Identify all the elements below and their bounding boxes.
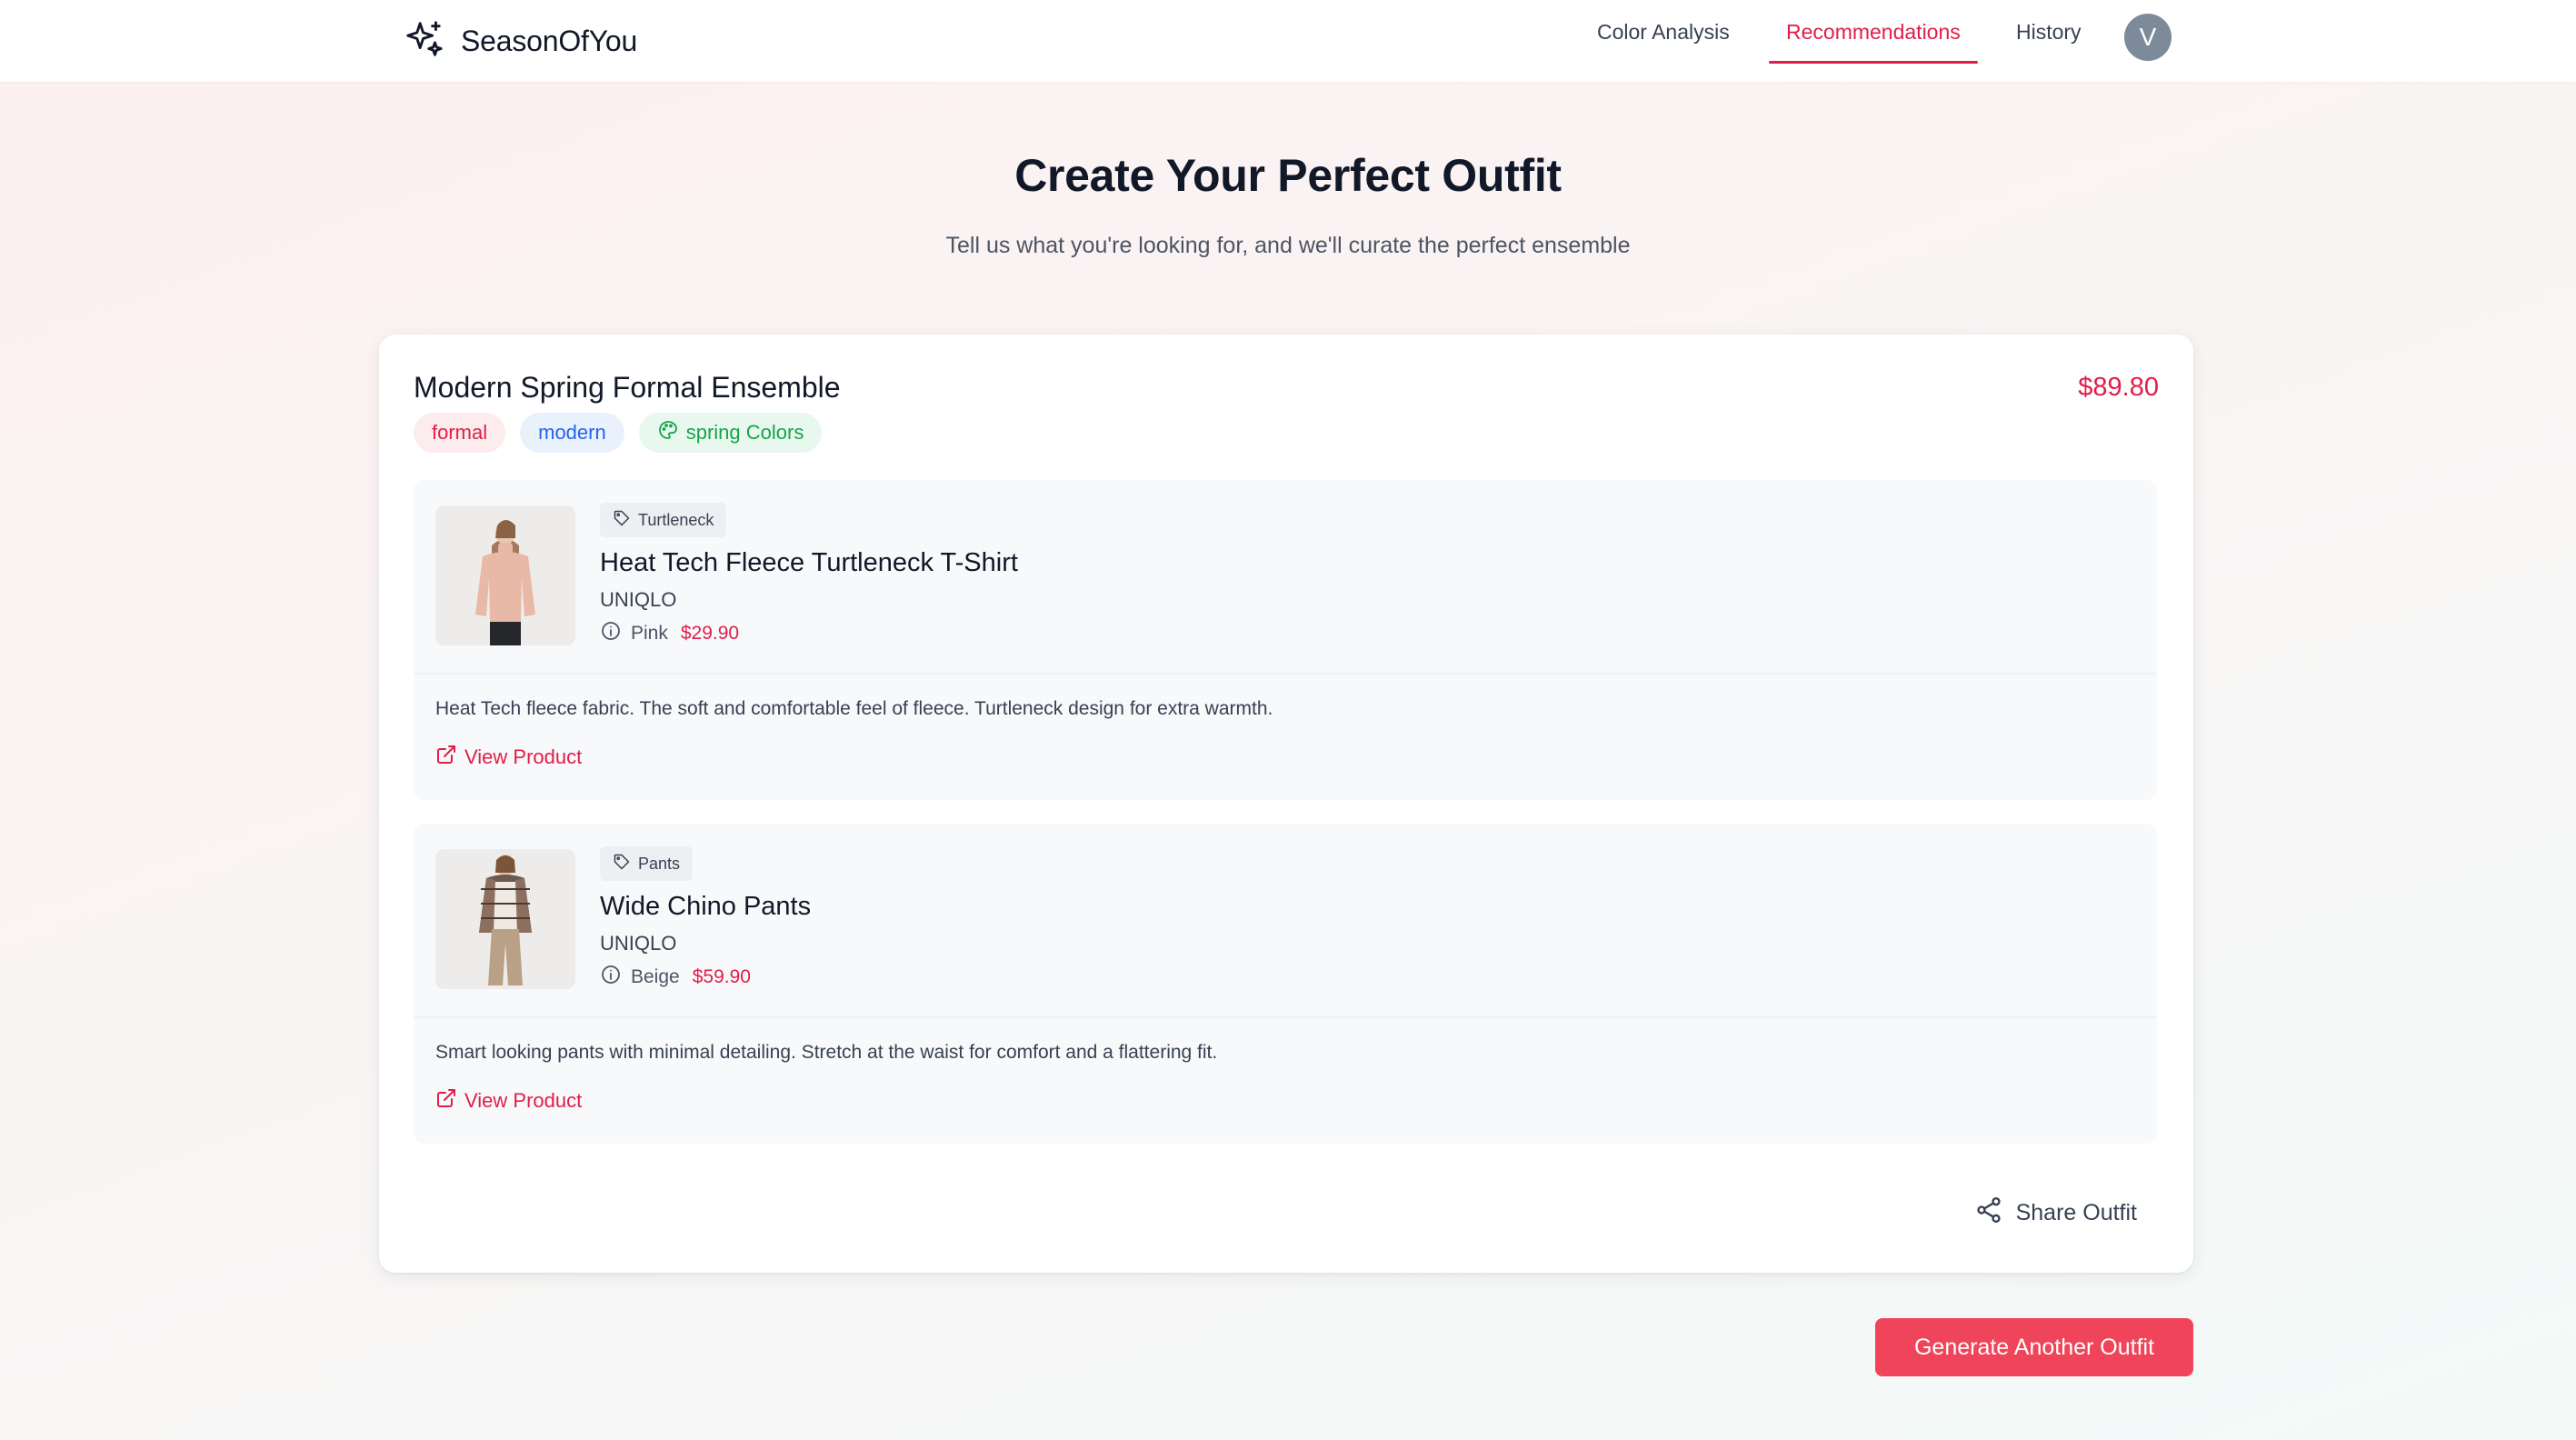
outfit-item: Turtleneck Heat Tech Fleece Turtleneck T… <box>414 480 2157 800</box>
product-brand: UNIQLO <box>600 588 677 611</box>
category-chip: Pants <box>600 846 694 881</box>
page-subtitle: Tell us what you're looking for, and we'… <box>945 233 1631 258</box>
avatar[interactable]: V <box>2124 14 2172 61</box>
brand-name: SeasonOfYou <box>461 24 638 57</box>
tag-label: modern <box>538 421 606 444</box>
product-meta: Beige $59.90 <box>600 964 751 991</box>
external-link-icon <box>435 744 457 771</box>
category-label: Pants <box>638 854 681 873</box>
product-color: Pink <box>631 623 668 644</box>
product-price: $29.90 <box>680 623 740 644</box>
product-image-turtleneck[interactable] <box>435 505 575 645</box>
tag-icon <box>613 853 631 875</box>
share-outfit-label: Share Outfit <box>2015 1199 2137 1225</box>
nav-color-analysis[interactable]: Color Analysis <box>1597 0 1730 64</box>
outfit-item: Pants Wide Chino Pants UNIQLO Beige $59.… <box>414 824 2157 1144</box>
product-name: Heat Tech Fleece Turtleneck T-Shirt <box>600 548 1018 577</box>
nav-history[interactable]: History <box>2016 0 2082 64</box>
brand-logo[interactable]: SeasonOfYou <box>403 15 637 67</box>
outfit-card: Modern Spring Formal Ensemble $89.80 for… <box>379 335 2193 1273</box>
view-product-label: View Product <box>464 745 583 768</box>
tag-modern: modern <box>520 413 624 453</box>
product-description: Heat Tech fleece fabric. The soft and co… <box>435 698 1273 719</box>
product-color: Beige <box>631 966 680 987</box>
generate-another-outfit-button[interactable]: Generate Another Outfit <box>1875 1318 2193 1376</box>
share-icon <box>1974 1195 2003 1231</box>
product-brand: UNIQLO <box>600 932 677 955</box>
outfit-total-price: $89.80 <box>2078 373 2159 402</box>
outfit-tags: formal modern spring Colors <box>414 413 823 453</box>
info-icon <box>600 620 622 647</box>
category-label: Turtleneck <box>638 510 714 529</box>
view-product-link[interactable]: View Product <box>435 744 582 771</box>
page-title: Create Your Perfect Outfit <box>1014 150 1562 201</box>
product-name: Wide Chino Pants <box>600 892 812 921</box>
tag-label: spring Colors <box>685 421 804 444</box>
category-chip: Turtleneck <box>600 503 727 537</box>
product-price: $59.90 <box>692 966 751 987</box>
product-description: Smart looking pants with minimal detaili… <box>435 1042 1218 1063</box>
info-icon <box>600 964 622 991</box>
top-nav-bar: SeasonOfYou Color Analysis Recommendatio… <box>0 0 2576 82</box>
tag-formal: formal <box>414 413 506 453</box>
view-product-link[interactable]: View Product <box>435 1087 582 1115</box>
tag-spring-colors: spring Colors <box>638 413 823 453</box>
product-image-pants[interactable] <box>435 849 575 989</box>
external-link-icon <box>435 1087 457 1115</box>
tag-icon <box>613 509 631 532</box>
nav-recommendations-label: Recommendations <box>1786 19 1961 44</box>
sparkles-icon <box>403 18 444 65</box>
nav-recommendations[interactable]: Recommendations <box>1769 0 1978 64</box>
share-outfit-button[interactable]: Share Outfit <box>1974 1191 2137 1235</box>
tag-label: formal <box>432 421 488 444</box>
palette-icon <box>657 419 679 446</box>
outfit-title: Modern Spring Formal Ensemble <box>414 371 841 404</box>
divider <box>414 1016 2157 1018</box>
product-meta: Pink $29.90 <box>600 620 739 647</box>
view-product-label: View Product <box>464 1089 583 1112</box>
divider <box>414 673 2157 675</box>
